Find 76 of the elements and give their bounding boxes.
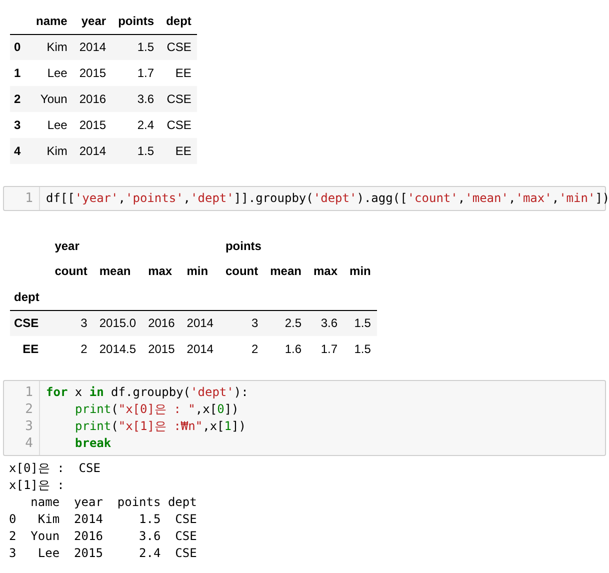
row-index: EE <box>10 336 49 362</box>
code-cell[interactable]: 1 df[['year','points','dept']].groupby('dept').agg(['count','mean','max','min']) <box>3 186 606 211</box>
table-cell: 2014 <box>180 336 220 362</box>
column-header: dept <box>160 8 198 34</box>
table-cell: Kim <box>30 34 74 60</box>
table-cell: 2015 <box>73 60 112 86</box>
table-cell: EE <box>160 60 198 86</box>
table-cell: 2014 <box>180 310 220 336</box>
table-cell: 2015 <box>73 112 112 138</box>
table-cell: Kim <box>30 138 74 164</box>
row-index: 1 <box>10 60 30 86</box>
column-header: count <box>54 263 88 280</box>
table-cell: CSE <box>160 34 198 60</box>
row-index: 4 <box>10 138 30 164</box>
table-cell: 3.6 <box>112 86 160 112</box>
line-number: 2 <box>25 401 33 418</box>
line-number: 1 <box>25 384 33 401</box>
row-index: CSE <box>10 310 49 336</box>
column-header: min <box>186 263 210 280</box>
table-cell: CSE <box>160 86 198 112</box>
code-cell[interactable]: 1 2 3 4 for x in df.groupby('dept'): print("x[0]은 : ",x[0]) print("x[1]은 :₩n",x[1]) break <box>3 380 606 456</box>
table-cell: Lee <box>30 60 74 86</box>
output-line: 0 Kim 2014 1.5 CSE <box>9 511 197 528</box>
line-number: 4 <box>25 435 33 452</box>
table-cell: 2.5 <box>264 310 308 336</box>
row-index: 0 <box>10 34 30 60</box>
code-line: print("x[1]은 :₩n",x[1]) <box>74 418 246 435</box>
table-cell: 2014 <box>73 34 112 60</box>
row-index: 3 <box>10 112 30 138</box>
table-cell: 2014 <box>73 138 112 164</box>
table-cell: 1.6 <box>264 336 308 362</box>
table-cell: 3 <box>219 310 264 336</box>
output-line: x[0]은 : CSE <box>9 460 100 477</box>
line-number: 1 <box>25 190 33 207</box>
code-line: print("x[0]은 : ",x[0]) <box>74 401 239 418</box>
table-cell: 1.5 <box>112 138 160 164</box>
table-cell: CSE <box>160 112 198 138</box>
output-line: 3 Lee 2015 2.4 CSE <box>9 545 197 562</box>
column-header: count <box>224 263 260 280</box>
table-cell: 1.5 <box>344 310 377 336</box>
column-header: max <box>312 263 339 280</box>
output-line: x[1]은 : <box>9 477 64 494</box>
table-cell: 2014.5 <box>93 336 142 362</box>
table-cell: 3 <box>48 310 94 336</box>
table-cell: 1.5 <box>112 34 160 60</box>
table-cell: 1.7 <box>308 336 344 362</box>
output-line: name year points dept <box>30 494 197 511</box>
column-header: points <box>112 8 160 34</box>
column-group-header: points <box>225 238 262 252</box>
table-cell: 2.4 <box>112 112 160 138</box>
table-cell: 2015.0 <box>93 310 142 336</box>
column-header: mean <box>269 263 302 280</box>
column-header: name <box>30 8 74 34</box>
table-cell: 2 <box>48 336 94 362</box>
table-cell: 2015 <box>142 336 181 362</box>
table-cell: 3.6 <box>308 310 344 336</box>
table-cell: 2016 <box>73 86 112 112</box>
table-cell: 1.7 <box>112 60 160 86</box>
table-cell: Youn <box>30 86 74 112</box>
table-cell: 2016 <box>142 310 181 336</box>
table-cell: 1.5 <box>344 336 377 362</box>
table-cell: EE <box>160 138 198 164</box>
column-header: max <box>147 263 174 280</box>
column-header: min <box>348 263 372 280</box>
line-number: 3 <box>25 418 33 435</box>
code-line: break <box>74 435 112 452</box>
column-header: mean <box>98 263 132 280</box>
row-index: 2 <box>10 86 30 112</box>
code-line: for x in df.groupby('dept'): <box>46 384 248 401</box>
code-line: df[['year','points','dept']].groupby('dept').agg(['count','mean','max','min']) <box>46 190 609 207</box>
table-cell: 2 <box>219 336 264 362</box>
table-cell: Lee <box>30 112 74 138</box>
index-header: dept <box>10 284 49 310</box>
column-header: year <box>73 8 112 34</box>
column-group-header: year <box>54 238 80 252</box>
output-line: 2 Youn 2016 3.6 CSE <box>9 528 197 545</box>
